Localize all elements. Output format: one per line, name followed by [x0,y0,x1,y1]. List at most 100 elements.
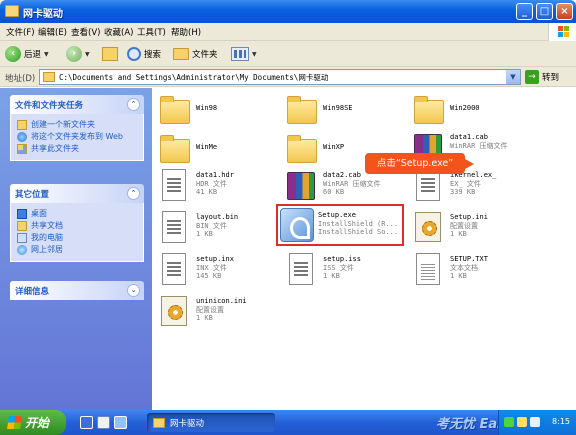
title-bar: 网卡驱动 _ □ × [0,0,576,23]
file-type: ISS 文件 [323,263,354,272]
toolbar: ‹ 后退 ▼ › ▼ 搜索 文件夹 ▼ [0,41,576,67]
dropdown-arrow-icon: ▼ [252,50,257,58]
file-list: Win98 Win98SE Win2000 WinMe WinXP data1.… [152,88,576,410]
place-shared-docs[interactable]: 共享文档 [17,221,137,231]
file-tasks-title: 文件和文件夹任务 [15,101,84,111]
ie-icon[interactable] [80,416,93,429]
minimize-button[interactable]: _ [516,3,533,20]
desktop-icon [17,209,27,219]
file-item[interactable]: uninicon.ini 配置设置 1 KB [158,294,288,334]
menu-tools[interactable]: 工具(T) [137,26,166,38]
back-button[interactable]: ‹ 后退 ▼ [5,45,49,63]
file-type: INX 文件 [196,263,227,272]
expand-icon[interactable]: ⌄ [127,284,140,297]
folder-icon [158,94,192,128]
maximize-button[interactable]: □ [536,3,553,20]
file-item[interactable]: data1.hdr HDR 文件 41 KB [158,168,288,208]
task-label: 将这个文件夹发布到 Web [31,132,123,141]
task-pane: 文件和文件夹任务 ⌃ 创建一个新文件夹 将这个文件夹发布到 Web 共享此文件夹… [0,88,152,410]
network-status-icon[interactable] [504,417,514,427]
file-item[interactable]: SETUP.TXT 文本文档 1 KB [412,252,542,292]
task-label: 共享此文件夹 [31,144,79,153]
file-size: 1 KB [323,272,340,280]
file-size: 1 KB [196,230,213,238]
go-label: 转到 [542,73,560,83]
file-type: 配置设置 [450,221,478,230]
window-title: 网卡驱动 [23,9,63,20]
file-icon [158,168,192,202]
file-tasks-header[interactable]: 文件和文件夹任务 ⌃ [10,95,144,114]
place-my-computer[interactable]: 我的电脑 [17,233,137,243]
setup-highlight-box [276,204,404,246]
address-path: C:\Documents and Settings\Administrator\… [59,73,329,82]
file-name: WinMe [196,143,218,151]
start-button[interactable]: 开始 [0,410,66,435]
file-item[interactable]: Setup.ini 配置设置 1 KB [412,210,542,250]
views-button[interactable]: ▼ [231,45,257,63]
menu-file[interactable]: 文件(F) [6,26,35,38]
taskbar-window-button[interactable]: 网卡驱动 [147,413,275,432]
place-label: 网上邻居 [31,245,63,254]
place-network[interactable]: 网上邻居 [17,245,137,255]
menu-view[interactable]: 查看(V) [71,26,100,38]
go-button[interactable]: → 转到 [525,70,559,84]
back-label: 后退 [24,50,42,60]
file-item[interactable]: Win2000 [412,94,542,134]
search-button[interactable]: 搜索 [127,45,161,63]
folder-up-icon [102,47,118,61]
file-type: WinRAR 压缩文件 [450,141,508,150]
file-size: 1 KB [450,230,467,238]
instruction-callout: 点击“Setup.exe” [365,153,474,174]
file-item[interactable]: Win98SE [285,94,415,134]
file-name: WinXP [323,143,345,151]
place-desktop[interactable]: 桌面 [17,209,137,219]
windows-flag-icon [7,416,22,429]
taskbar: 开始 网卡驱动 考无忧 Easykao 8:15 [0,410,576,435]
file-icon [285,252,319,286]
file-item[interactable]: layout.bin BIN 文件 1 KB [158,210,288,250]
file-item[interactable]: ikernel.ex_ EX_ 文件 339 KB [412,168,542,208]
task-publish-web[interactable]: 将这个文件夹发布到 Web [17,132,137,142]
back-arrow-icon: ‹ [5,46,21,62]
address-input[interactable]: C:\Documents and Settings\Administrator\… [39,69,521,85]
file-item[interactable]: data2.cab WinRAR 压缩文件 60 KB [285,168,415,208]
file-name: data1.hdr [196,171,234,179]
task-label: 创建一个新文件夹 [31,120,95,129]
file-item[interactable]: setup.iss ISS 文件 1 KB [285,252,415,292]
forward-button[interactable]: › ▼ [66,45,90,63]
other-places-body: 桌面 共享文档 我的电脑 网上邻居 [10,203,144,262]
other-places-title: 其它位置 [15,190,50,200]
file-type: 配置设置 [196,305,224,314]
task-share-folder[interactable]: 共享此文件夹 [17,144,137,154]
file-name: uninicon.ini [196,297,247,305]
file-item[interactable]: WinMe [158,133,288,173]
folders-button[interactable]: 文件夹 [173,45,218,63]
search-icon [127,47,141,61]
file-name: SETUP.TXT [450,255,488,263]
show-desktop-icon[interactable] [97,416,110,429]
collapse-icon[interactable]: ⌃ [127,98,140,111]
file-name: Win98 [196,104,218,112]
system-tray: 8:15 [498,410,576,435]
menu-edit[interactable]: 编辑(E) [38,26,67,38]
folder-icon [158,133,192,167]
menu-help[interactable]: 帮助(H) [171,26,201,38]
other-places-header[interactable]: 其它位置 ⌃ [10,184,144,203]
media-player-icon[interactable] [114,416,127,429]
volume-icon[interactable] [517,417,527,427]
details-header[interactable]: 详细信息 ⌄ [10,281,144,300]
tray-app-icon[interactable] [530,417,540,427]
menu-favorites[interactable]: 收藏(A) [104,26,133,38]
file-name: Win98SE [323,104,353,112]
collapse-icon[interactable]: ⌃ [127,187,140,200]
go-arrow-icon: → [525,70,539,84]
close-button[interactable]: × [556,3,573,20]
file-item[interactable]: Win98 [158,94,288,134]
file-size: 339 KB [450,188,476,196]
up-folder-button[interactable] [102,45,118,63]
task-new-folder[interactable]: 创建一个新文件夹 [17,120,137,130]
chevron-down-icon[interactable]: ▼ [506,70,520,84]
share-folder-icon [17,144,27,154]
file-item[interactable]: setup.inx INX 文件 145 KB [158,252,288,292]
clock[interactable]: 8:15 [552,417,570,426]
